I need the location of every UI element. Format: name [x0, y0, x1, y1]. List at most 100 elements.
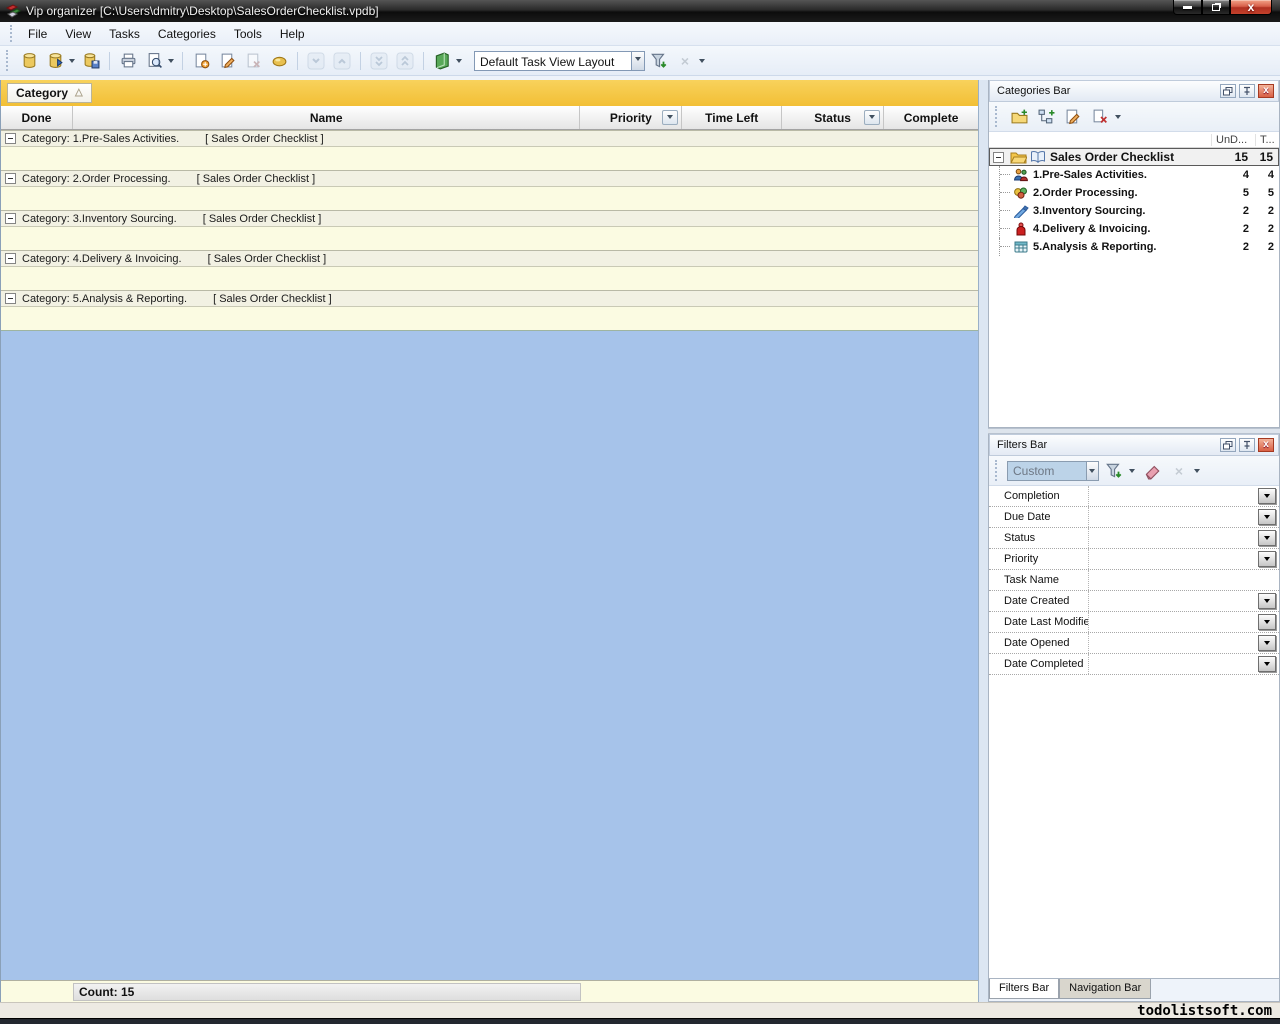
print-button[interactable]: [116, 49, 140, 73]
menu-item[interactable]: Categories: [149, 24, 225, 44]
toolbar-options-icon[interactable]: [699, 59, 705, 66]
restore-button[interactable]: [1202, 0, 1230, 15]
filter-row[interactable]: Date Completed: [989, 654, 1279, 675]
filter-row[interactable]: Priority: [989, 549, 1279, 570]
filter-value[interactable]: [1089, 612, 1255, 632]
column-header-status[interactable]: Status: [782, 106, 884, 129]
panel-restore-button[interactable]: [1220, 84, 1236, 98]
group-by-category-button[interactable]: Category: [7, 83, 92, 103]
notebook-dropdown-icon[interactable]: [456, 59, 462, 66]
filter-value[interactable]: [1089, 633, 1255, 653]
category-tree-item[interactable]: 2.Order Processing. 5 5: [989, 184, 1279, 202]
collapse-group-icon[interactable]: [5, 173, 16, 184]
filter-row[interactable]: Status: [989, 528, 1279, 549]
close-button[interactable]: [1230, 0, 1272, 15]
filter-dropdown-button[interactable]: [1258, 509, 1276, 525]
layout-combobox-dropdown[interactable]: [632, 51, 645, 71]
new-category-button[interactable]: [1007, 105, 1031, 129]
column-header-time-left[interactable]: Time Left: [682, 106, 782, 129]
filter-dropdown-button[interactable]: [1258, 530, 1276, 546]
filter-dropdown-button[interactable]: [1258, 488, 1276, 504]
collapse-group-icon[interactable]: [5, 293, 16, 304]
print-dropdown-icon[interactable]: [168, 59, 174, 66]
priority-filter-button[interactable]: [662, 110, 678, 125]
status-filter-button[interactable]: [864, 110, 880, 125]
apply-filter-button[interactable]: [1102, 459, 1126, 483]
delete-category-button[interactable]: [1088, 105, 1112, 129]
apply-filter-dropdown-icon[interactable]: [1129, 469, 1135, 476]
column-header-name[interactable]: Name: [73, 106, 580, 129]
layout-combobox[interactable]: Default Task View Layout: [474, 51, 645, 71]
menu-item[interactable]: View: [56, 24, 100, 44]
delete-task-button[interactable]: [241, 49, 265, 73]
category-group-header[interactable]: Category: 5.Analysis & Reporting. [ Sale…: [1, 290, 978, 307]
move-down-button[interactable]: [304, 49, 328, 73]
apply-layout-button[interactable]: [647, 49, 671, 73]
panel-restore-button[interactable]: [1220, 438, 1236, 452]
category-tree-item[interactable]: 5.Analysis & Reporting. 2 2: [989, 238, 1279, 256]
move-to-bottom-button[interactable]: [367, 49, 391, 73]
filter-value[interactable]: [1089, 591, 1255, 611]
filter-dropdown-button[interactable]: [1258, 551, 1276, 567]
category-group-header[interactable]: Category: 1.Pre-Sales Activities. [ Sale…: [1, 130, 978, 147]
filter-row[interactable]: Date Created: [989, 591, 1279, 612]
filter-dropdown-button[interactable]: [1258, 656, 1276, 672]
panel-close-button[interactable]: [1258, 84, 1274, 98]
panel-pin-button[interactable]: [1239, 438, 1255, 452]
minimize-button[interactable]: [1173, 0, 1202, 15]
clear-filter-button[interactable]: [1140, 459, 1164, 483]
open-database-dropdown-icon[interactable]: [69, 59, 75, 66]
new-task-button[interactable]: [189, 49, 213, 73]
column-header-undone[interactable]: UnD...: [1211, 134, 1255, 146]
filter-row[interactable]: Date Opened: [989, 633, 1279, 654]
filter-value[interactable]: [1089, 654, 1255, 674]
menu-item[interactable]: Tasks: [100, 24, 149, 44]
column-header-total[interactable]: T...: [1255, 134, 1279, 146]
collapse-group-icon[interactable]: [5, 213, 16, 224]
category-tree-item[interactable]: 1.Pre-Sales Activities. 4 4: [989, 166, 1279, 184]
move-to-top-button[interactable]: [393, 49, 417, 73]
filters-toolbar-options-icon[interactable]: [1194, 469, 1200, 476]
save-database-button[interactable]: [79, 49, 103, 73]
panel-pin-button[interactable]: [1239, 84, 1255, 98]
open-database-button[interactable]: [43, 49, 67, 73]
menu-item[interactable]: Help: [271, 24, 314, 44]
edit-task-button[interactable]: [215, 49, 239, 73]
categories-toolbar-options-icon[interactable]: [1115, 115, 1121, 122]
filter-row[interactable]: Completion: [989, 486, 1279, 507]
collapse-group-icon[interactable]: [5, 253, 16, 264]
filter-value[interactable]: [1089, 570, 1255, 590]
filter-row[interactable]: Due Date: [989, 507, 1279, 528]
filter-value[interactable]: [1089, 549, 1255, 569]
panel-close-button[interactable]: [1258, 438, 1274, 452]
filter-preset-dropdown[interactable]: [1087, 461, 1099, 481]
edit-category-button[interactable]: [1061, 105, 1085, 129]
notebook-button[interactable]: [430, 49, 454, 73]
print-preview-button[interactable]: [142, 49, 166, 73]
filter-row[interactable]: Date Last Modified: [989, 612, 1279, 633]
tab-filters-bar[interactable]: Filters Bar: [989, 979, 1059, 999]
delete-filter-button[interactable]: [1167, 459, 1191, 483]
category-group-header[interactable]: Category: 2.Order Processing. [ Sales Or…: [1, 170, 978, 187]
filter-dropdown-button[interactable]: [1258, 593, 1276, 609]
mark-complete-button[interactable]: [267, 49, 291, 73]
column-header-complete[interactable]: Complete: [884, 106, 978, 129]
category-tree-root[interactable]: Sales Order Checklist 15 15: [989, 148, 1279, 166]
new-database-button[interactable]: [17, 49, 41, 73]
category-group-header[interactable]: Category: 4.Delivery & Invoicing. [ Sale…: [1, 250, 978, 267]
filter-dropdown-button[interactable]: [1258, 635, 1276, 651]
new-subcategory-button[interactable]: [1034, 105, 1058, 129]
category-group-header[interactable]: Category: 3.Inventory Sourcing. [ Sales …: [1, 210, 978, 227]
filter-value[interactable]: [1089, 528, 1255, 548]
move-up-button[interactable]: [330, 49, 354, 73]
column-header-done[interactable]: Done: [1, 106, 73, 129]
category-tree-item[interactable]: 4.Delivery & Invoicing. 2 2: [989, 220, 1279, 238]
filter-preset-combobox[interactable]: Custom: [1007, 461, 1099, 481]
column-header-priority[interactable]: Priority: [580, 106, 682, 129]
collapse-group-icon[interactable]: [5, 133, 16, 144]
menu-item[interactable]: File: [19, 24, 56, 44]
tab-navigation-bar[interactable]: Navigation Bar: [1059, 979, 1151, 999]
category-tree-item[interactable]: 3.Inventory Sourcing. 2 2: [989, 202, 1279, 220]
filter-row[interactable]: Task Name: [989, 570, 1279, 591]
menu-item[interactable]: Tools: [225, 24, 271, 44]
